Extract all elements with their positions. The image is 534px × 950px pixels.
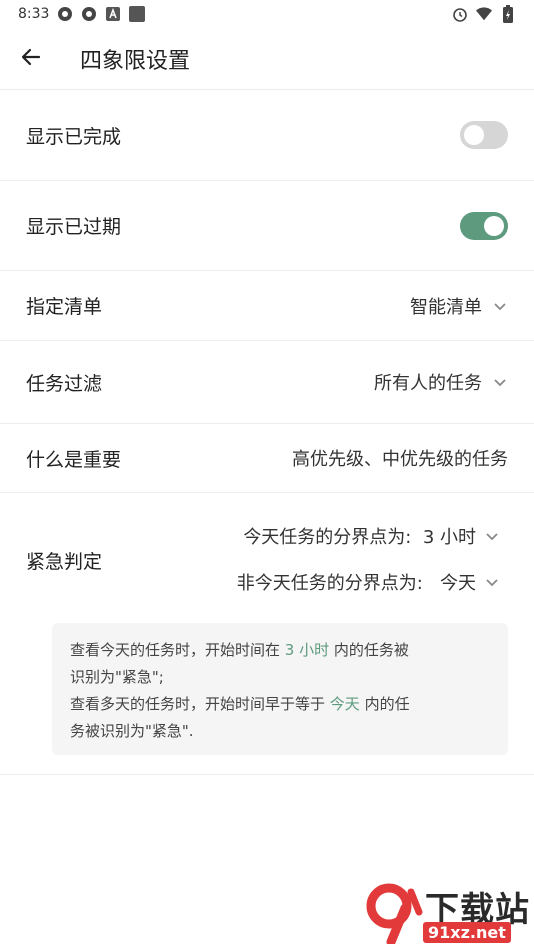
app-bar: 四象限设置 <box>0 28 534 90</box>
other-cutoff-dropdown[interactable]: 非今天任务的分界点为: 今天 <box>237 569 500 595</box>
other-cutoff-value: 非今天任务的分界点为: 今天 <box>236 573 476 594</box>
show-overdue-toggle[interactable] <box>460 211 508 240</box>
status-time: 8:33 <box>18 6 50 22</box>
importance-value: 高优先级、中优先级的任务 <box>292 449 508 470</box>
note-highlight: 今天 <box>329 695 360 713</box>
chevron-down-icon <box>486 533 498 541</box>
list-label: 指定清单 <box>26 296 103 318</box>
setting-importance[interactable]: 什么是重要 高优先级、中优先级的任务 <box>0 424 534 493</box>
list-dropdown[interactable]: 智能清单 <box>410 293 508 319</box>
wifi-icon <box>476 6 492 22</box>
note-text: 内的任 <box>359 695 410 713</box>
status-bar: 8:33 <box>0 0 534 28</box>
watermark-logo-icon <box>366 883 423 944</box>
note-line-1: 查看今天的任务时，开始时间在 3 小时 内的任务被 <box>70 637 490 664</box>
importance-value-container[interactable]: 高优先级、中优先级的任务 <box>292 445 508 471</box>
list-value: 智能清单 <box>410 296 482 318</box>
chevron-down-icon <box>494 379 506 387</box>
alarm-icon <box>452 6 468 22</box>
show-overdue-label: 显示已过期 <box>26 216 122 238</box>
note-highlight: 3 小时 <box>284 641 330 659</box>
arrow-left-icon <box>21 47 41 71</box>
urgency-label: 紧急判定 <box>26 551 103 573</box>
chevron-down-icon <box>494 302 506 310</box>
note-line-3: 查看多天的任务时，开始时间早于等于 今天 内的任 <box>70 691 490 718</box>
square-icon <box>129 6 146 22</box>
setting-show-completed[interactable]: 显示已完成 <box>0 90 534 181</box>
note-text: 查看多天的任务时，开始时间早于等于 <box>70 695 330 713</box>
today-cutoff-dropdown[interactable]: 今天任务的分界点为: 3 小时 <box>243 523 500 549</box>
aperture-icon <box>57 6 73 22</box>
chevron-down-icon <box>486 579 498 587</box>
show-completed-toggle[interactable] <box>460 121 508 149</box>
filter-label: 任务过滤 <box>26 372 103 395</box>
filter-dropdown[interactable]: 所有人的任务 <box>374 369 508 395</box>
watermark: 下载站 91xz.net <box>359 880 534 950</box>
setting-list[interactable]: 指定清单 智能清单 <box>0 271 534 341</box>
note-text: 查看今天的任务时，开始时间在 <box>70 641 285 659</box>
show-completed-label: 显示已完成 <box>26 125 122 148</box>
setting-urgency: 紧急判定 今天任务的分界点为: 3 小时 非今天任务的分界点为: 今天 查看今天… <box>0 493 534 775</box>
back-button[interactable] <box>0 28 62 90</box>
importance-label: 什么是重要 <box>26 448 122 471</box>
urgency-note: 查看今天的任务时，开始时间在 3 小时 内的任务被 识别为"紧急"; 查看多天的… <box>52 623 508 755</box>
page-title: 四象限设置 <box>80 48 191 74</box>
setting-show-overdue[interactable]: 显示已过期 <box>0 181 534 271</box>
note-line-2: 识别为"紧急"; <box>70 668 164 686</box>
note-text: 内的任务被 <box>329 641 409 659</box>
note-line-4: 务被识别为"紧急". <box>70 722 194 740</box>
today-cutoff-value: 今天任务的分界点为: 3 小时 <box>243 527 476 548</box>
watermark-url: 91xz.net <box>423 922 511 943</box>
a-box-icon <box>105 6 121 22</box>
setting-filter[interactable]: 任务过滤 所有人的任务 <box>0 341 534 424</box>
aperture-icon <box>81 6 97 22</box>
filter-value: 所有人的任务 <box>374 373 482 394</box>
battery-charging-icon <box>500 5 516 23</box>
